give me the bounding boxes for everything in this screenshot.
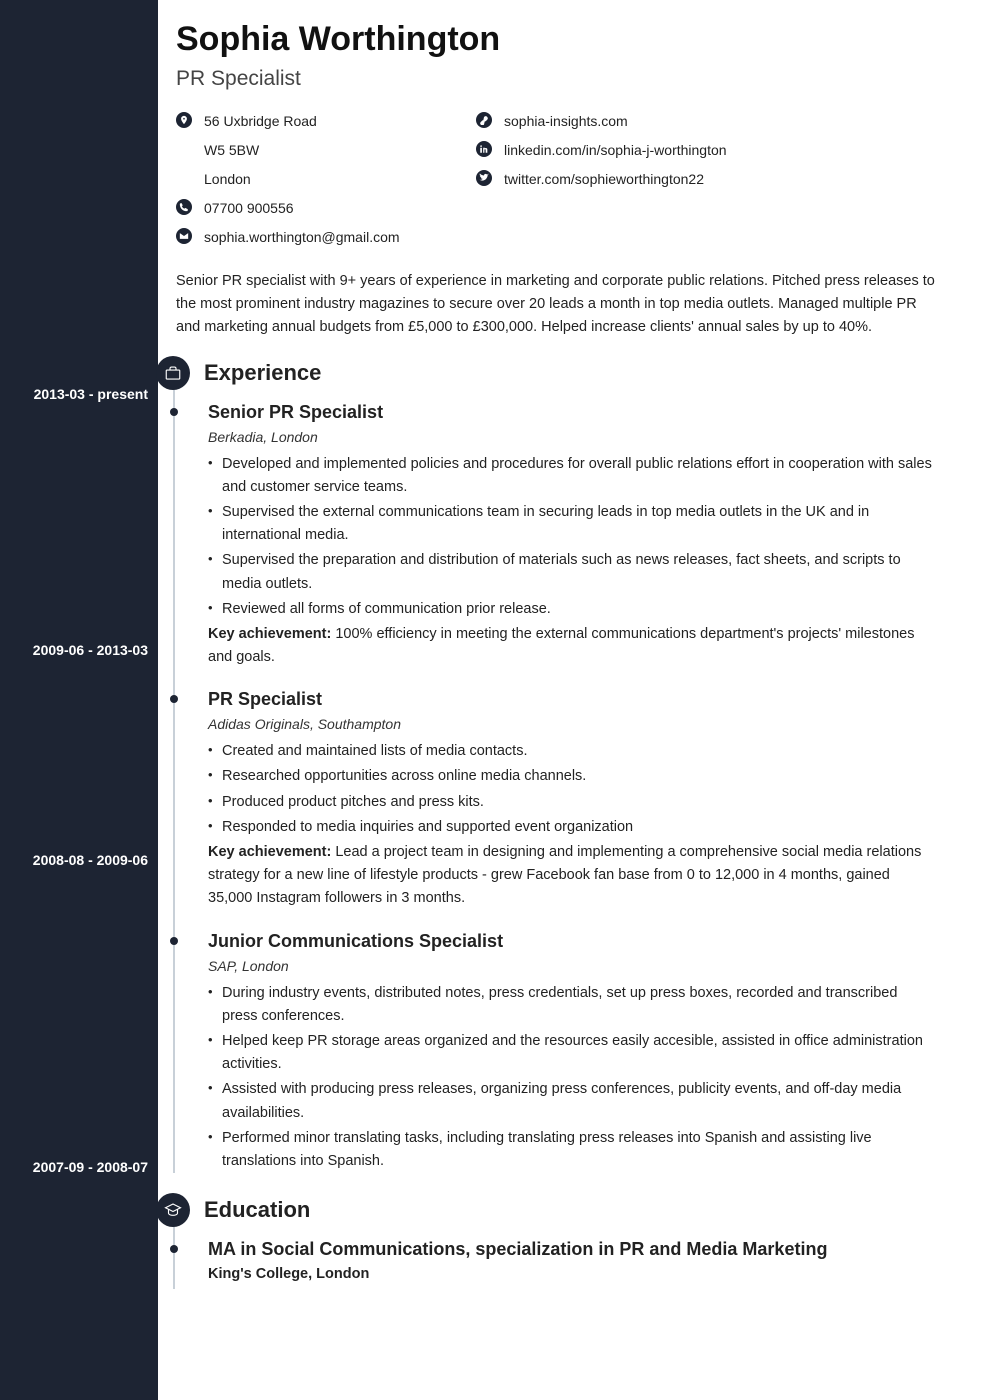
linkedin-link[interactable]: linkedin.com/in/sophia-j-worthington xyxy=(504,140,727,161)
section-heading: Education xyxy=(204,1197,310,1223)
sidebar: 2013-03 - present 2009-06 - 2013-03 2008… xyxy=(0,0,158,1400)
link-icon xyxy=(476,112,492,128)
contact-block: 56 Uxbridge Road W5 5BW London 07700 900… xyxy=(176,111,935,248)
bullet: Helped keep PR storage areas organized a… xyxy=(208,1030,935,1076)
resume-page: 2013-03 - present 2009-06 - 2013-03 2008… xyxy=(0,0,990,1400)
bullet: Created and maintained lists of media co… xyxy=(208,740,935,763)
phone-number: 07700 900556 xyxy=(204,198,294,219)
education-entry: MA in Social Communications, specializat… xyxy=(208,1239,935,1282)
summary-text: Senior PR specialist with 9+ years of ex… xyxy=(176,270,935,340)
section-heading: Experience xyxy=(204,360,321,386)
job-entry: Senior PR Specialist Berkadia, London De… xyxy=(208,402,935,670)
key-achievement: Key achievement: Lead a project team in … xyxy=(208,841,935,911)
twitter-icon xyxy=(476,170,492,186)
main-content: Sophia Worthington PR Specialist 56 Uxbr… xyxy=(158,0,990,1400)
job-title: PR Specialist xyxy=(176,67,935,91)
job-entry: Junior Communications Specialist SAP, Lo… xyxy=(208,931,935,1174)
bullet: Researched opportunities across online m… xyxy=(208,765,935,788)
briefcase-icon xyxy=(156,356,190,390)
bullet: Performed minor translating tasks, inclu… xyxy=(208,1127,935,1173)
degree-name: MA in Social Communications, specializat… xyxy=(208,1239,935,1260)
graduation-cap-icon xyxy=(156,1193,190,1227)
email-icon xyxy=(176,228,192,244)
bullet: Supervised the preparation and distribut… xyxy=(208,549,935,595)
address-line1: 56 Uxbridge Road xyxy=(204,111,317,132)
experience-section: Experience Senior PR Specialist Berkadia… xyxy=(176,356,935,1174)
bullet: Developed and implemented policies and p… xyxy=(208,453,935,499)
education-section: Education MA in Social Communications, s… xyxy=(176,1193,935,1282)
job-role: Senior PR Specialist xyxy=(208,402,935,423)
phone-icon xyxy=(176,199,192,215)
linkedin-icon xyxy=(476,141,492,157)
person-name: Sophia Worthington xyxy=(176,20,935,59)
job-org: SAP, London xyxy=(208,958,935,974)
job-org: Adidas Originals, Southampton xyxy=(208,716,935,732)
bullet: During industry events, distributed note… xyxy=(208,982,935,1028)
job-role: PR Specialist xyxy=(208,689,935,710)
website-link[interactable]: sophia-insights.com xyxy=(504,111,628,132)
job-role: Junior Communications Specialist xyxy=(208,931,935,952)
bullet: Supervised the external communications t… xyxy=(208,501,935,547)
bullet: Reviewed all forms of communication prio… xyxy=(208,598,935,621)
email-address: sophia.worthington@gmail.com xyxy=(204,227,400,248)
bullet: Responded to media inquiries and support… xyxy=(208,816,935,839)
location-icon xyxy=(176,112,192,128)
experience-timeline: Senior PR Specialist Berkadia, London De… xyxy=(176,402,935,1174)
bullet: Assisted with producing press releases, … xyxy=(208,1078,935,1124)
bullet: Produced product pitches and press kits. xyxy=(208,791,935,814)
job-org: Berkadia, London xyxy=(208,429,935,445)
school-name: King's College, London xyxy=(208,1266,935,1282)
job-entry: PR Specialist Adidas Originals, Southamp… xyxy=(208,689,935,910)
twitter-link[interactable]: twitter.com/sophieworthington22 xyxy=(504,169,704,190)
address-line3: London xyxy=(204,169,426,190)
address-line2: W5 5BW xyxy=(204,140,426,161)
education-timeline: MA in Social Communications, specializat… xyxy=(176,1239,935,1282)
key-achievement: Key achievement: 100% efficiency in meet… xyxy=(208,623,935,669)
